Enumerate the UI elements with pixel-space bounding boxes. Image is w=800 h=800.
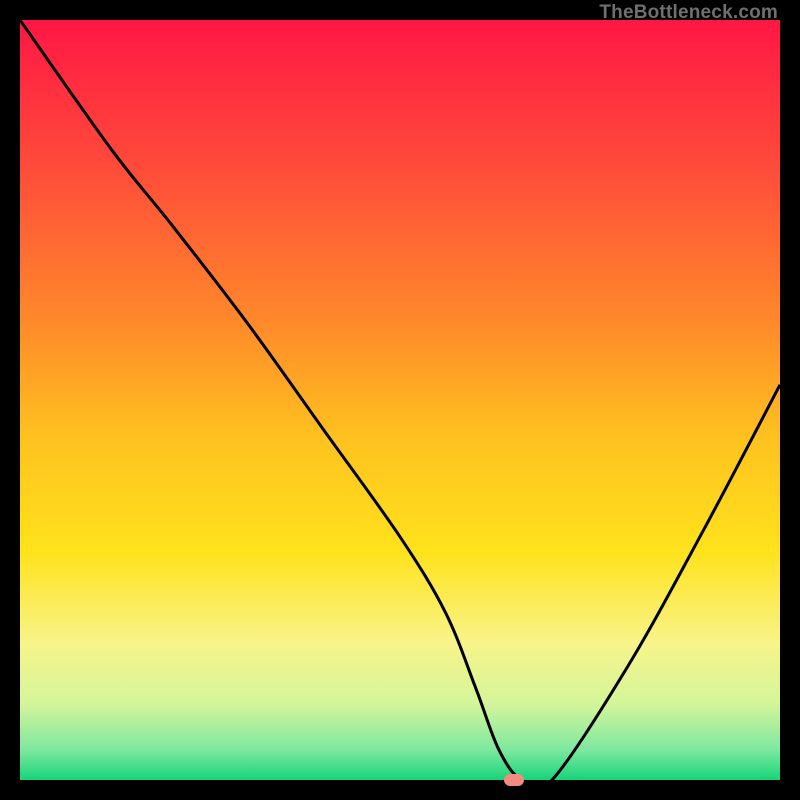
watermark-text: TheBottleneck.com <box>599 2 778 24</box>
optimal-marker <box>504 774 524 786</box>
plot-area <box>20 20 780 780</box>
gradient-background <box>20 20 780 780</box>
chart-container: TheBottleneck.com <box>0 0 800 800</box>
